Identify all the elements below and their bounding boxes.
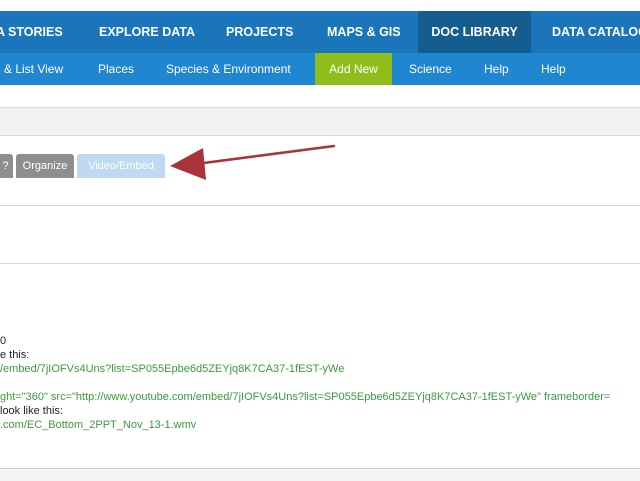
arrow-pointing-left-icon	[170, 144, 336, 180]
